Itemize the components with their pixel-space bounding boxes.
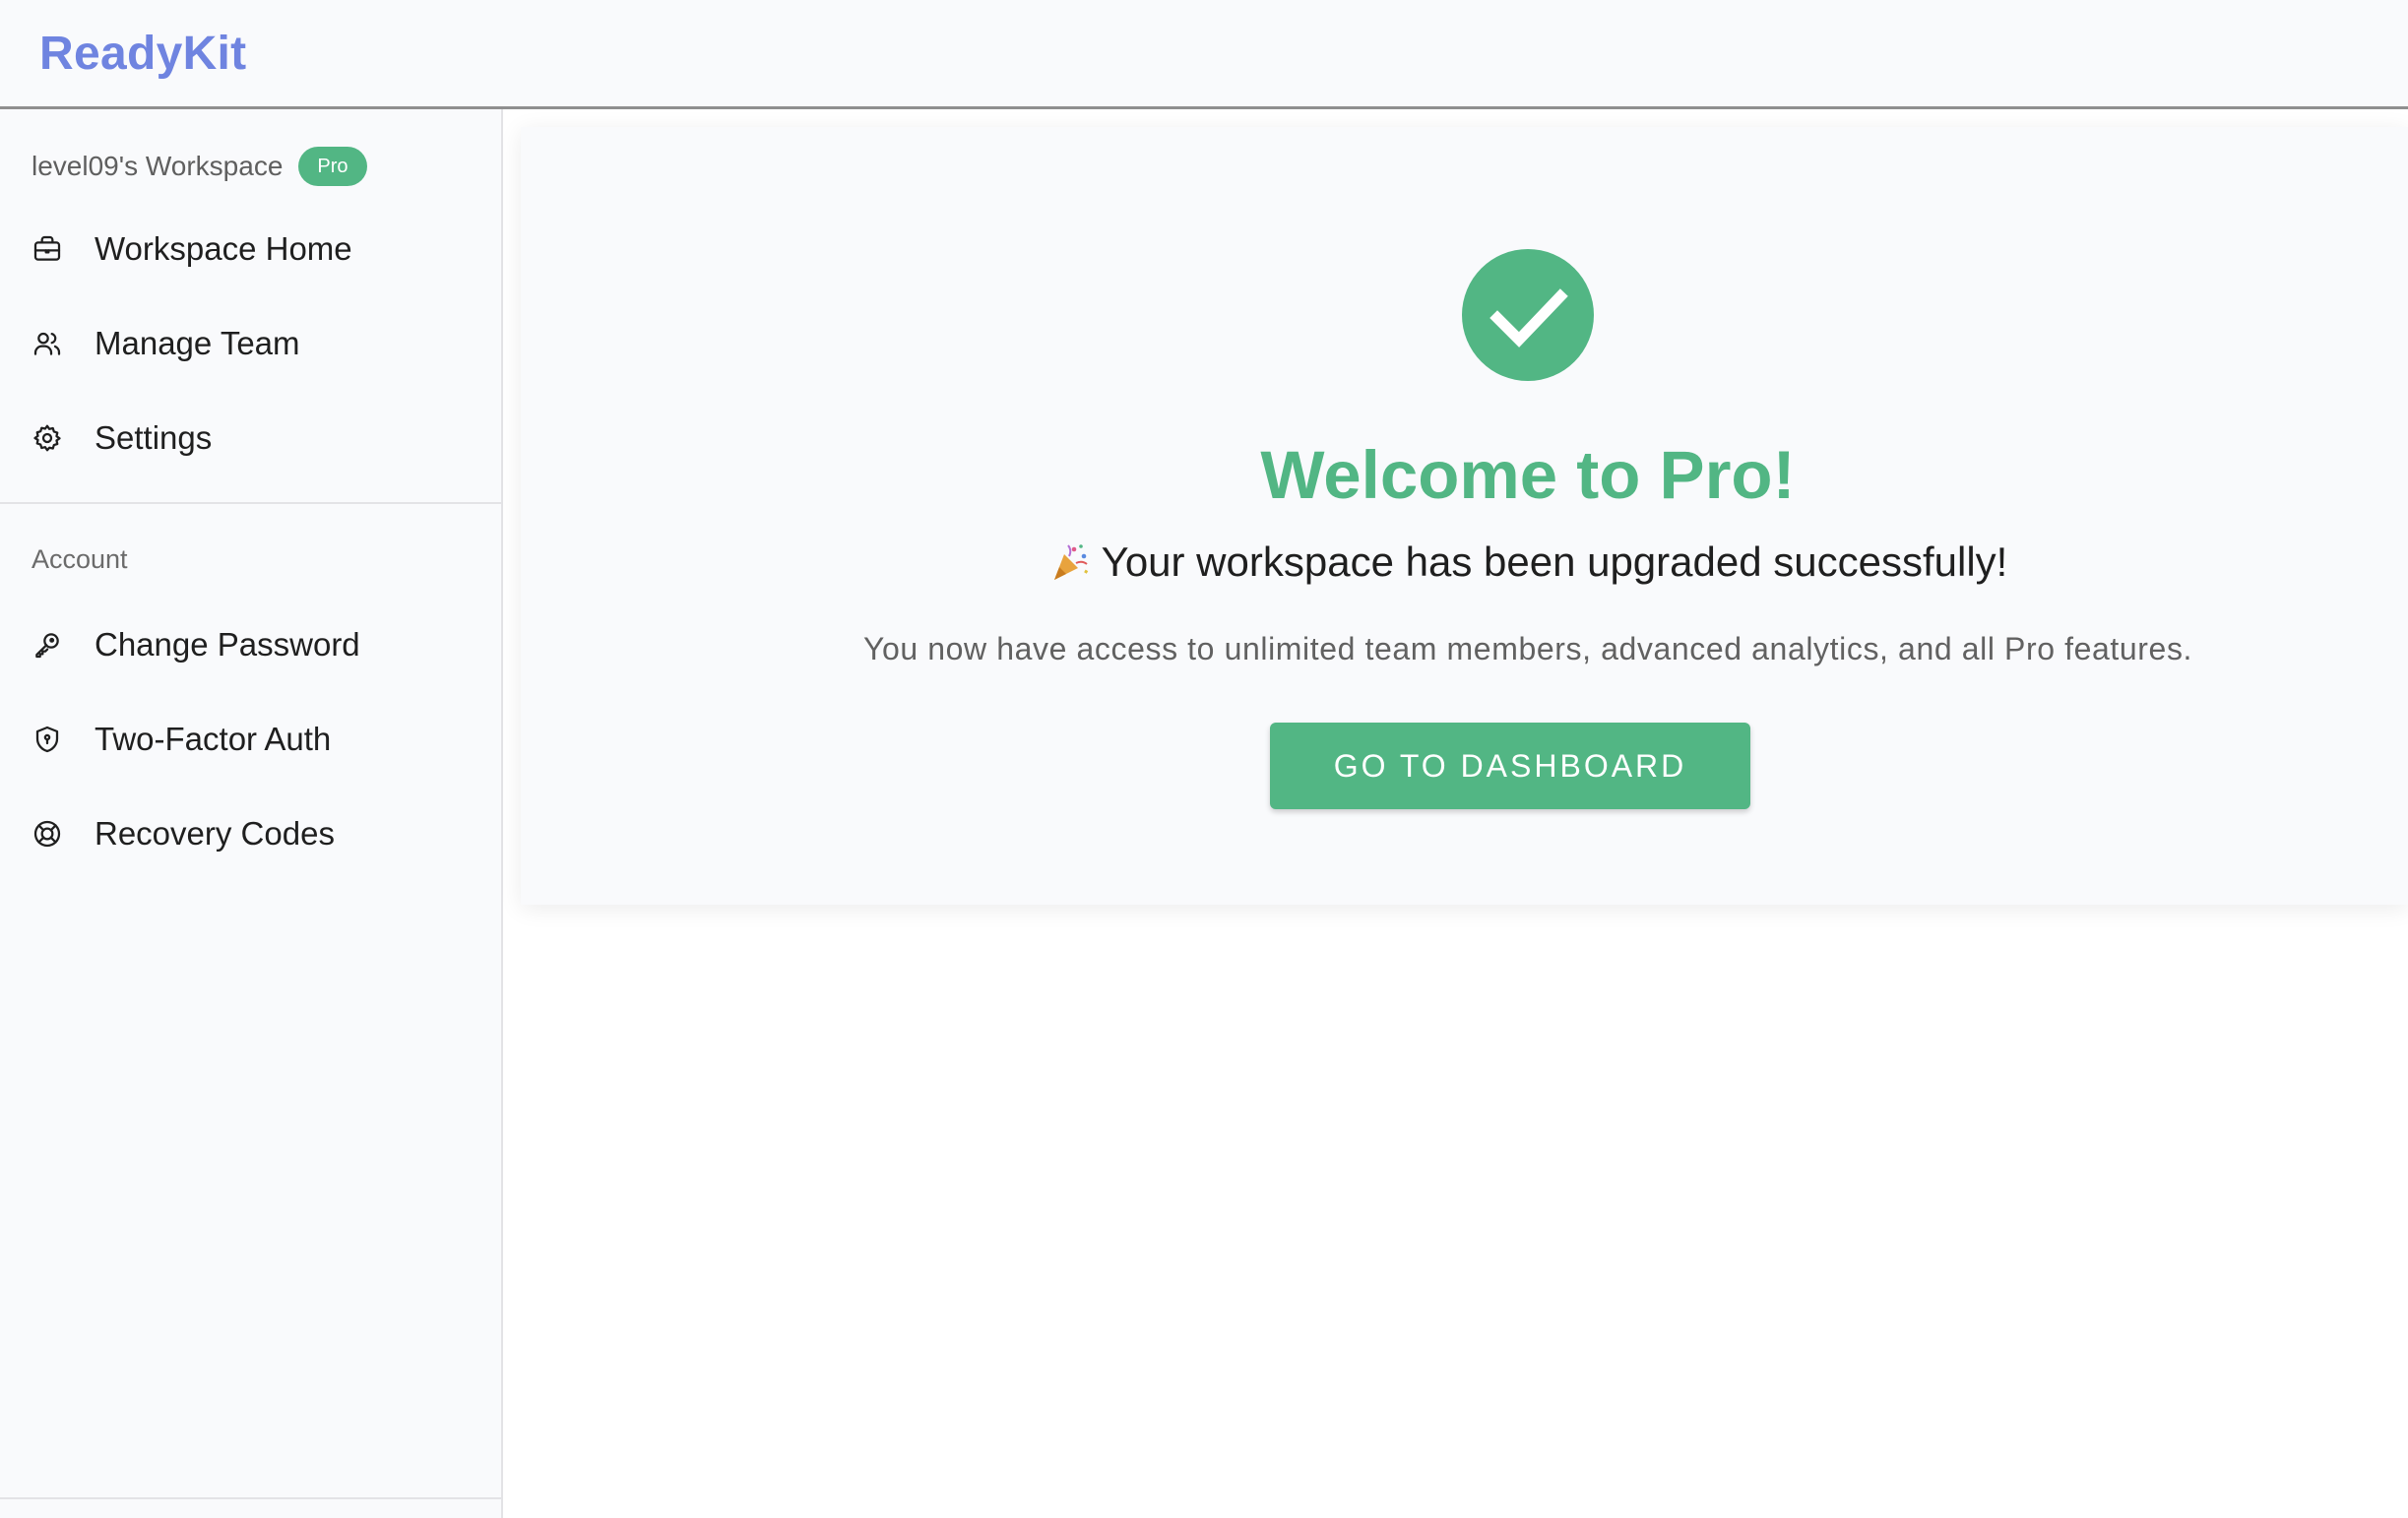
sidebar-item-label: Manage Team xyxy=(95,325,300,361)
sidebar-item-settings[interactable]: Settings xyxy=(0,399,501,477)
sidebar-item-label: Settings xyxy=(95,419,213,456)
sidebar-item-recovery-codes[interactable]: Recovery Codes xyxy=(0,794,501,873)
briefcase-icon xyxy=(31,232,64,266)
sidebar-item-change-password[interactable]: Change Password xyxy=(0,605,501,684)
sidebar-item-two-factor-auth[interactable]: Two-Factor Auth xyxy=(0,700,501,779)
workspace-header[interactable]: level09's Workspace Pro xyxy=(32,147,367,186)
shield-icon xyxy=(31,723,64,756)
check-circle-icon xyxy=(1462,249,1594,381)
go-to-dashboard-button[interactable]: GO TO DASHBOARD xyxy=(1270,723,1750,809)
key-icon xyxy=(31,628,64,662)
upgrade-subtitle: Your workspace has been upgraded success… xyxy=(521,538,2408,586)
workspace-name: level09's Workspace xyxy=(32,151,284,181)
main-content: Welcome to Pro! Your workspace has been … xyxy=(503,109,2408,1518)
party-popper-icon xyxy=(1048,540,1092,584)
sidebar-item-label: Two-Factor Auth xyxy=(95,721,332,757)
sidebar-divider xyxy=(0,502,501,504)
plan-badge: Pro xyxy=(298,147,367,186)
sidebar-item-label: Change Password xyxy=(95,626,360,663)
sidebar-item-label: Recovery Codes xyxy=(95,815,335,852)
sidebar-item-manage-team[interactable]: Manage Team xyxy=(0,304,501,383)
brand-logo[interactable]: ReadyKit xyxy=(39,27,246,81)
account-section-label: Account xyxy=(32,544,128,574)
sidebar-item-label: Workspace Home xyxy=(95,230,352,267)
lifebuoy-icon xyxy=(31,817,64,851)
upgrade-description: You now have access to unlimited team me… xyxy=(862,631,2193,666)
app-bar: ReadyKit xyxy=(0,0,2408,109)
gear-icon xyxy=(31,421,64,455)
sidebar-item-workspace-home[interactable]: Workspace Home xyxy=(0,210,501,288)
welcome-title: Welcome to Pro! xyxy=(1260,437,1796,513)
sidebar-footer-divider xyxy=(0,1497,501,1499)
sidebar: level09's Workspace Pro Workspace Home M… xyxy=(0,109,503,1518)
upgrade-subtitle-text: Your workspace has been upgraded success… xyxy=(1101,538,2008,585)
users-icon xyxy=(31,327,64,360)
